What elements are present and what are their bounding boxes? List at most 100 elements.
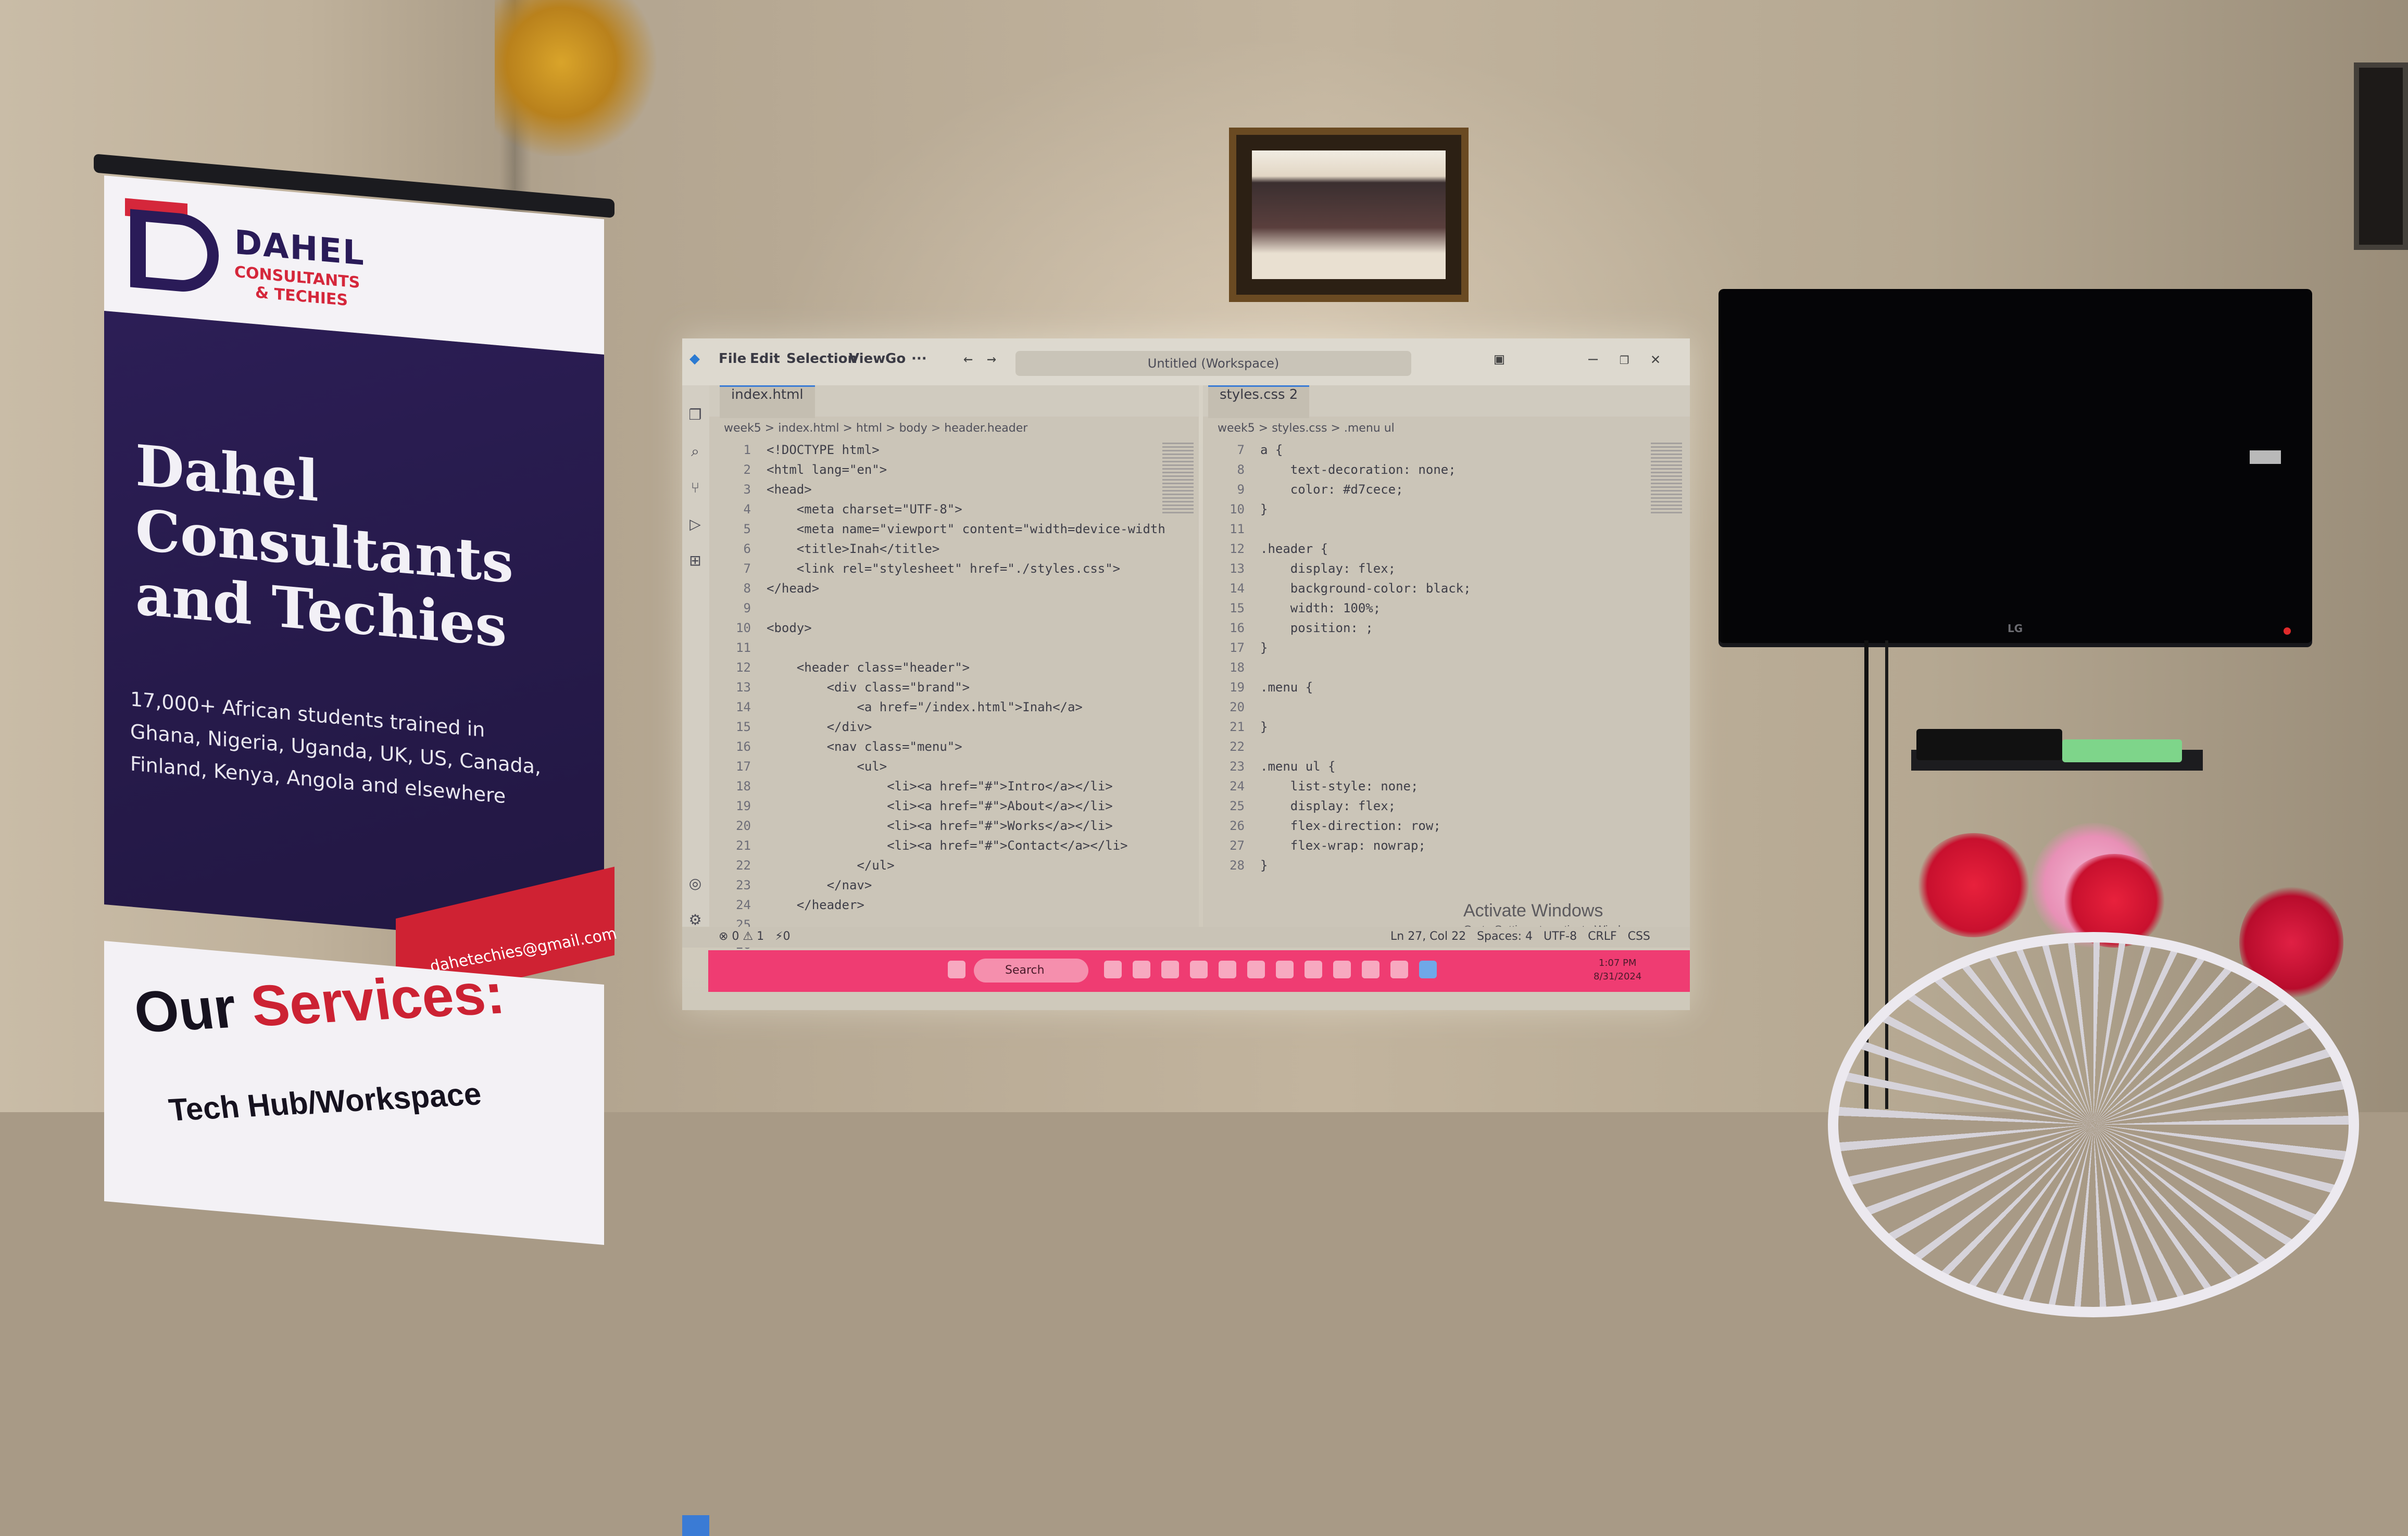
run-debug-icon[interactable]: ▷ (687, 515, 703, 533)
breadcrumb-css[interactable]: week5 > styles.css > .menu ul (1218, 422, 1395, 435)
minimap[interactable] (1162, 443, 1194, 515)
line-number: 28 (1230, 858, 1245, 873)
windows-taskbar: Search 1:07 PM 8/31/2024 (708, 950, 1690, 992)
taskbar-search[interactable]: Search (974, 959, 1088, 983)
line-text: color: #d7cece; (1260, 482, 1403, 497)
services-word: Services: (247, 961, 508, 1039)
minimize-icon[interactable]: – (1588, 350, 1598, 368)
menu-go[interactable]: Go (885, 351, 906, 367)
line-text: <header class="header"> (767, 660, 970, 675)
start-icon[interactable] (948, 961, 965, 978)
line-text: .header { (1260, 542, 1328, 556)
line-number: 21 (736, 838, 751, 853)
command-center-text: Untitled (Workspace) (1147, 356, 1280, 371)
line-text: <head> (767, 482, 812, 497)
taskbar-app-icon[interactable] (1305, 961, 1322, 978)
line-number: 3 (743, 482, 751, 497)
line-number: 19 (736, 799, 751, 813)
taskbar-app-icon[interactable] (1333, 961, 1351, 978)
extensions-icon[interactable]: ⊞ (687, 552, 703, 569)
problems-status[interactable]: ⊗ 0 ⚠ 1 ⚡0 (719, 930, 791, 943)
line-number: 27 (1230, 838, 1245, 853)
menu-file[interactable]: File (719, 351, 746, 367)
tab-index-html[interactable]: index.html (720, 385, 815, 418)
line-number: 22 (736, 858, 751, 873)
taskbar-app-icon[interactable] (1133, 961, 1150, 978)
close-icon[interactable]: ✕ (1651, 350, 1660, 368)
line-number: 14 (736, 700, 751, 714)
line-text: flex-direction: row; (1260, 819, 1441, 833)
line-text: } (1260, 640, 1268, 655)
editor-status-right[interactable]: Ln 27, Col 22 Spaces: 4 UTF-8 CRLF CSS (1390, 930, 1650, 943)
taskbar-app-icon[interactable] (1390, 961, 1408, 978)
line-number: 16 (736, 739, 751, 754)
line-text: </header> (767, 898, 864, 912)
line-number: 2 (743, 462, 751, 477)
line-number: 24 (736, 898, 751, 912)
account-icon[interactable]: ◎ (687, 875, 703, 892)
framed-photo (1252, 150, 1446, 279)
line-number: 23 (736, 878, 751, 892)
search-icon[interactable]: ⌕ (687, 443, 703, 460)
line-text: } (1260, 720, 1268, 734)
tab-styles-css[interactable]: styles.css 2 (1208, 385, 1310, 418)
set-top-box (1916, 729, 2062, 760)
explorer-icon[interactable]: ❐ (687, 406, 703, 423)
menu-view[interactable]: View (849, 351, 885, 367)
line-number: 7 (1237, 443, 1245, 457)
taskbar-search-text: Search (1005, 964, 1045, 977)
taskbar-app-icon[interactable] (1161, 961, 1179, 978)
line-number: 12 (1230, 542, 1245, 556)
menu-edit[interactable]: Edit (750, 351, 780, 367)
taskbar-app-icon[interactable] (1190, 961, 1208, 978)
line-text: <li><a href="#">Works</a></li> (767, 819, 1113, 833)
line-text: a { (1260, 443, 1283, 457)
line-number: 10 (1230, 502, 1245, 517)
nav-back-icon[interactable]: ← (963, 350, 973, 368)
line-text: <a href="/index.html">Inah</a> (767, 700, 1083, 714)
source-control-icon[interactable]: ⑂ (687, 479, 703, 496)
minimap-css[interactable] (1651, 443, 1682, 515)
taskbar-app-icon[interactable] (1247, 961, 1265, 978)
electric-fan-guard (1828, 932, 2359, 1317)
line-text: list-style: none; (1260, 779, 1419, 794)
line-number: 22 (1230, 739, 1245, 754)
line-number: 17 (736, 759, 751, 774)
nav-forward-icon[interactable]: → (987, 350, 996, 368)
line-number: 7 (743, 561, 751, 576)
layout-toggle-icon[interactable]: ▣ (1495, 350, 1504, 368)
line-text: } (1260, 858, 1268, 873)
line-number: 1 (743, 443, 751, 457)
line-text: .menu ul { (1260, 759, 1336, 774)
rollup-banner: DAHEL CONSULTANTS & TECHIES Dahel Consul… (62, 154, 619, 1245)
breadcrumb[interactable]: week5 > index.html > html > body > heade… (724, 422, 1027, 435)
line-number: 11 (1230, 522, 1245, 536)
green-router (2062, 739, 2182, 762)
editor-pane-css: styles.css 2 week5 > styles.css > .menu … (1203, 385, 1690, 927)
line-text: background-color: black; (1260, 581, 1471, 596)
taskbar-clock[interactable]: 1:07 PM 8/31/2024 (1594, 956, 1641, 984)
restore-icon[interactable]: ❐ (1620, 350, 1629, 368)
taskbar-app-icon[interactable] (1276, 961, 1294, 978)
taskbar-app-icon[interactable] (1362, 961, 1379, 978)
line-number: 15 (1230, 601, 1245, 615)
vscode-logo-icon: ◆ (689, 351, 700, 367)
line-number: 19 (1230, 680, 1245, 695)
line-text: <li><a href="#">Contact</a></li> (767, 838, 1128, 853)
line-text: <link rel="stylesheet" href="./styles.cs… (767, 561, 1121, 576)
line-text: <meta name="viewport" content="width=dev… (767, 522, 1165, 536)
taskbar-app-icon[interactable] (1219, 961, 1236, 978)
gold-tinsel-decoration (495, 0, 661, 156)
menu-more[interactable]: ··· (911, 351, 927, 367)
remote-indicator-icon[interactable] (682, 1515, 709, 1536)
command-center-search[interactable]: Untitled (Workspace) (1015, 351, 1411, 376)
editor-pane-html: index.html week5 > index.html > html > b… (709, 385, 1199, 952)
line-number: 4 (743, 502, 751, 517)
menu-selection[interactable]: Selection (786, 351, 857, 367)
taskbar-app-icon[interactable] (1104, 961, 1122, 978)
settings-gear-icon[interactable]: ⚙ (687, 911, 703, 928)
line-number: 20 (1230, 700, 1245, 714)
vscode-taskbar-icon[interactable] (1419, 961, 1437, 978)
line-number: 17 (1230, 640, 1245, 655)
line-number: 11 (736, 640, 751, 655)
